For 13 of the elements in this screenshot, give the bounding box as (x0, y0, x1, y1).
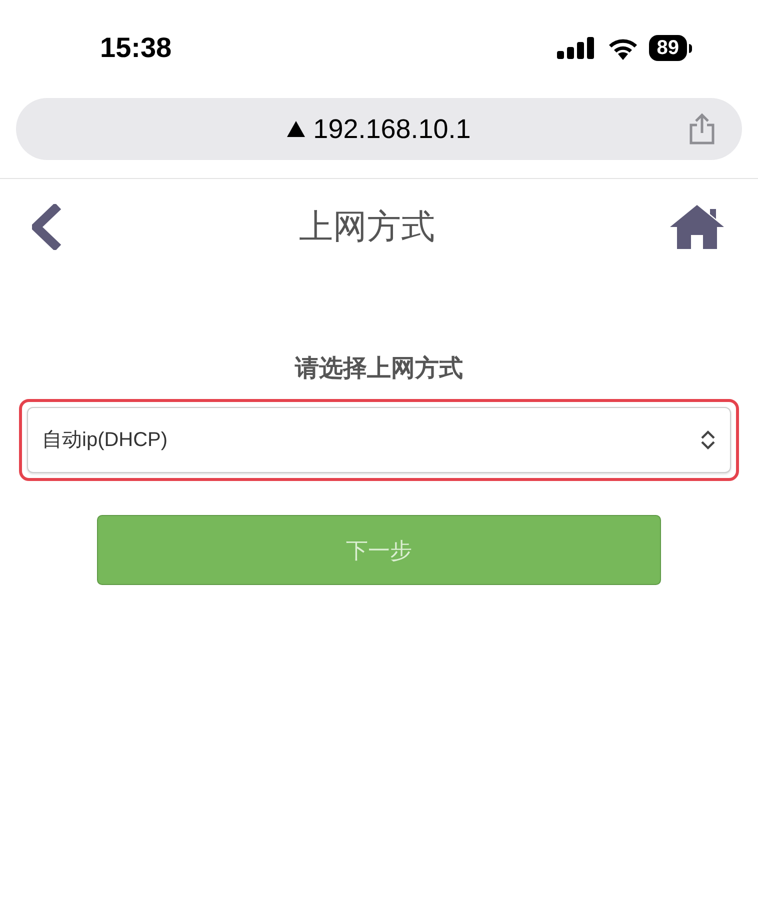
page-title: 上网方式 (299, 206, 435, 248)
url-text: 192.168.10.1 (313, 112, 471, 146)
signal-icon (556, 37, 597, 59)
address-bar[interactable]: 192.168.10.1 (16, 98, 742, 160)
connection-select[interactable]: 自动ip(DHCP) (27, 407, 731, 473)
battery-level: 89 (648, 35, 687, 61)
share-icon[interactable] (688, 113, 716, 145)
form-label: 请选择上网方式 (295, 354, 463, 384)
home-icon[interactable] (668, 203, 726, 251)
updown-icon (700, 430, 716, 450)
status-time: 15:38 (100, 31, 172, 65)
battery-tip-icon (689, 44, 692, 52)
warning-icon (287, 121, 306, 137)
